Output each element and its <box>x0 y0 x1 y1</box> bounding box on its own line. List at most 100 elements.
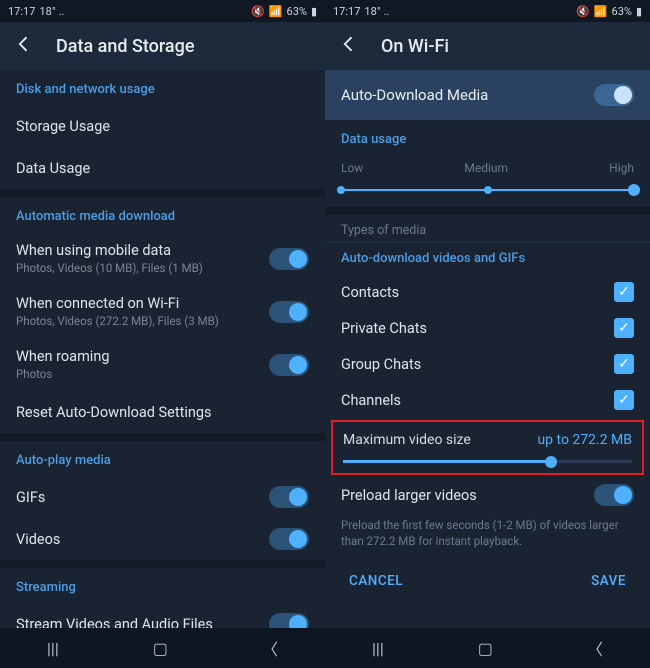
mobile-data-toggle[interactable] <box>269 248 309 270</box>
types-of-media-header: Types of media <box>325 215 650 243</box>
mobile-data-sub: Photos, Videos (10 MB), Files (1 MB) <box>16 261 203 275</box>
data-storage-screen: 17:17 18° .. 🔇 📶 63% ▮ Data and Storage … <box>0 0 325 668</box>
preload-row[interactable]: Preload larger videos <box>325 477 650 513</box>
page-title: Data and Storage <box>56 36 194 57</box>
reset-label: Reset Auto-Download Settings <box>16 404 211 421</box>
roaming-sub: Photos <box>16 367 109 381</box>
app-header: Data and Storage <box>0 22 325 70</box>
nav-recents-button[interactable]: ||| <box>372 639 384 658</box>
channels-checkbox[interactable]: ✓ <box>614 390 634 410</box>
statusbar: 17:17 18° .. 🔇 📶 63% ▮ <box>0 0 325 22</box>
auto-media-header: Automatic media download <box>0 197 325 232</box>
usage-high: High <box>609 161 634 175</box>
gifs-row[interactable]: GIFs <box>0 476 325 518</box>
status-temp: 18° .. <box>39 5 64 18</box>
preload-hint: Preload the first few seconds (1-2 MB) o… <box>325 513 650 559</box>
back-button[interactable] <box>14 34 34 58</box>
roaming-row[interactable]: When roaming Photos <box>0 338 325 391</box>
app-header: On Wi-Fi <box>325 22 650 70</box>
page-title: On Wi-Fi <box>381 36 449 57</box>
dialog-actions: CANCEL SAVE <box>325 559 650 603</box>
cancel-button[interactable]: CANCEL <box>349 573 403 589</box>
divider <box>0 189 325 197</box>
gifs-toggle[interactable] <box>269 486 309 508</box>
divider <box>325 207 650 215</box>
stream-toggle[interactable] <box>269 613 309 628</box>
private-chats-label: Private Chats <box>341 320 427 337</box>
mobile-data-row[interactable]: When using mobile data Photos, Videos (1… <box>0 232 325 285</box>
data-usage-row[interactable]: Data Usage <box>0 147 325 189</box>
videos-row[interactable]: Videos <box>0 518 325 560</box>
usage-low: Low <box>341 161 363 175</box>
navbar: ||| ▢ 〈 <box>0 628 325 668</box>
data-usage-label: Data Usage <box>16 160 90 177</box>
usage-medium: Medium <box>464 161 508 175</box>
roaming-label: When roaming <box>16 348 109 365</box>
roaming-toggle[interactable] <box>269 354 309 376</box>
wifi-icon: 📶 <box>269 5 283 18</box>
battery-icon: ▮ <box>311 5 317 18</box>
mute-icon: 🔇 <box>251 5 265 18</box>
channels-label: Channels <box>341 392 401 409</box>
wifi-row[interactable]: When connected on Wi-Fi Photos, Videos (… <box>0 285 325 338</box>
save-button[interactable]: SAVE <box>591 573 626 589</box>
nav-home-button[interactable]: ▢ <box>478 639 493 658</box>
stream-row[interactable]: Stream Videos and Audio Files <box>0 603 325 628</box>
max-video-label: Maximum video size <box>343 432 471 448</box>
status-temp: 18° .. <box>364 5 389 18</box>
private-chats-row[interactable]: Private Chats ✓ <box>325 310 650 346</box>
max-video-size-highlight: Maximum video size up to 272.2 MB <box>331 420 644 475</box>
status-time: 17:17 <box>8 5 35 18</box>
preload-toggle[interactable] <box>594 484 634 506</box>
group-chats-label: Group Chats <box>341 356 421 373</box>
streaming-header: Streaming <box>0 568 325 603</box>
nav-back-button[interactable]: 〈 <box>587 636 603 660</box>
usage-labels: Low Medium High <box>325 155 650 177</box>
data-usage-slider[interactable] <box>341 189 634 191</box>
wifi-toggle[interactable] <box>269 301 309 323</box>
contacts-label: Contacts <box>341 284 399 301</box>
videos-toggle[interactable] <box>269 528 309 550</box>
contacts-checkbox[interactable]: ✓ <box>614 282 634 302</box>
mobile-data-label: When using mobile data <box>16 242 203 259</box>
nav-back-button[interactable]: 〈 <box>262 636 278 660</box>
wifi-sub: Photos, Videos (272.2 MB), Files (3 MB) <box>16 314 219 328</box>
gifs-label: GIFs <box>16 489 45 506</box>
contacts-row[interactable]: Contacts ✓ <box>325 274 650 310</box>
auto-dl-videos-header: Auto-download videos and GIFs <box>325 243 650 274</box>
preload-label: Preload larger videos <box>341 487 477 504</box>
reset-auto-download-row[interactable]: Reset Auto-Download Settings <box>0 391 325 433</box>
data-usage-header: Data usage <box>325 120 650 155</box>
max-video-slider[interactable] <box>343 460 632 463</box>
private-chats-checkbox[interactable]: ✓ <box>614 318 634 338</box>
autoplay-header: Auto-play media <box>0 441 325 476</box>
videos-label: Videos <box>16 531 60 548</box>
nav-home-button[interactable]: ▢ <box>153 639 168 658</box>
auto-download-media-label: Auto-Download Media <box>341 86 488 104</box>
auto-download-media-row[interactable]: Auto-Download Media <box>325 70 650 120</box>
storage-usage-row[interactable]: Storage Usage <box>0 105 325 147</box>
stream-label: Stream Videos and Audio Files <box>16 616 213 629</box>
navbar: ||| ▢ 〈 <box>325 628 650 668</box>
disk-network-header: Disk and network usage <box>0 70 325 105</box>
max-video-slider-thumb[interactable] <box>545 456 557 468</box>
storage-usage-label: Storage Usage <box>16 118 110 135</box>
max-video-value: up to 272.2 MB <box>537 432 632 448</box>
status-battery: 63% <box>287 5 307 18</box>
nav-recents-button[interactable]: ||| <box>47 639 59 658</box>
back-button[interactable] <box>339 34 359 58</box>
group-chats-checkbox[interactable]: ✓ <box>614 354 634 374</box>
mute-icon: 🔇 <box>576 5 590 18</box>
battery-icon: ▮ <box>636 5 642 18</box>
channels-row[interactable]: Channels ✓ <box>325 382 650 418</box>
wifi-icon: 📶 <box>594 5 608 18</box>
status-battery: 63% <box>612 5 632 18</box>
auto-download-media-toggle[interactable] <box>594 84 634 106</box>
on-wifi-screen: 17:17 18° .. 🔇 📶 63% ▮ On Wi-Fi Auto-Dow… <box>325 0 650 668</box>
usage-slider-thumb[interactable] <box>628 184 640 196</box>
divider <box>0 433 325 441</box>
divider <box>0 560 325 568</box>
group-chats-row[interactable]: Group Chats ✓ <box>325 346 650 382</box>
statusbar: 17:17 18° .. 🔇 📶 63% ▮ <box>325 0 650 22</box>
status-time: 17:17 <box>333 5 360 18</box>
